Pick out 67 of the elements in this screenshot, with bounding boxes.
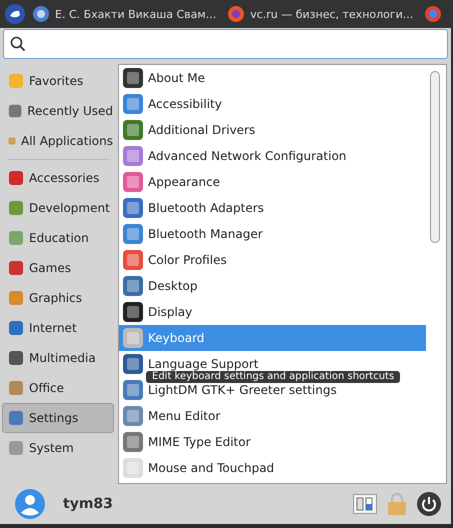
category-icon: [8, 200, 24, 216]
app-item[interactable]: MIME Type Editor: [119, 429, 426, 455]
app-item[interactable]: Desktop: [119, 273, 426, 299]
category-item[interactable]: Education: [2, 223, 114, 253]
category-icon: [8, 260, 24, 276]
category-item[interactable]: Multimedia: [2, 343, 114, 373]
tooltip: Edit keyboard settings and application shortcuts: [146, 371, 400, 383]
app-icon: [122, 327, 144, 349]
app-icon: [122, 353, 144, 375]
app-item[interactable]: Accessibility: [119, 91, 426, 117]
taskbar-button[interactable]: vc.ru — бизнес, технологи...: [224, 6, 418, 22]
category-item[interactable]: Development: [2, 193, 114, 223]
app-icon: [122, 197, 144, 219]
app-icon: [122, 379, 144, 401]
app-item[interactable]: Menu Editor: [119, 403, 426, 429]
category-icon: [8, 73, 24, 89]
app-icon: [122, 457, 144, 479]
app-icon: [122, 67, 144, 89]
app-item[interactable]: Additional Drivers: [119, 117, 426, 143]
app-item[interactable]: Display: [119, 299, 426, 325]
app-item[interactable]: Bluetooth Manager: [119, 221, 426, 247]
browser-icon: [33, 6, 49, 22]
category-icon: [8, 103, 22, 119]
category-icon: [8, 320, 24, 336]
app-icon: [122, 431, 144, 453]
app-icon: [122, 171, 144, 193]
browser-icon: [425, 6, 442, 22]
app-icon: [122, 223, 144, 245]
app-item[interactable]: Bluetooth Adapters: [119, 195, 426, 221]
app-item[interactable]: Mouse and Touchpad: [119, 455, 426, 481]
app-item[interactable]: About Me: [119, 65, 426, 91]
app-icon: [122, 119, 144, 141]
app-item[interactable]: Color Profiles: [119, 247, 426, 273]
category-icon: [8, 410, 24, 426]
app-icon: [122, 405, 144, 427]
category-icon: [8, 350, 24, 366]
category-item[interactable]: Office: [2, 373, 114, 403]
category-icon: [8, 230, 24, 246]
category-item[interactable]: Settings: [2, 403, 114, 433]
category-icon: [8, 380, 24, 396]
browser-icon: [228, 6, 244, 22]
category-item[interactable]: Recently Used: [2, 96, 114, 126]
app-item[interactable]: Advanced Network Configuration: [119, 143, 426, 169]
app-icon: [122, 249, 144, 271]
category-item[interactable]: Internet: [2, 313, 114, 343]
power-icon[interactable]: [417, 492, 441, 516]
taskbar-button[interactable]: Е. С. Бхакти Викаша Свам...: [29, 6, 220, 22]
search-field[interactable]: [3, 29, 448, 59]
app-item[interactable]: Appearance: [119, 169, 426, 195]
start-menu-icon[interactable]: [5, 4, 25, 24]
settings-icon[interactable]: [353, 494, 377, 514]
app-icon: [122, 301, 144, 323]
category-item[interactable]: Games: [2, 253, 114, 283]
avatar-icon: [15, 489, 45, 519]
category-icon: [8, 170, 24, 186]
category-icon: [8, 440, 24, 456]
search-icon: [10, 36, 26, 52]
category-item[interactable]: System: [2, 433, 114, 463]
category-item[interactable]: Accessories: [2, 163, 114, 193]
category-item[interactable]: Favorites: [2, 66, 114, 96]
category-item[interactable]: All Applications: [2, 126, 114, 156]
category-icon: [8, 290, 24, 306]
user-name: tym83: [63, 496, 113, 512]
app-icon: [122, 145, 144, 167]
category-item[interactable]: Graphics: [2, 283, 114, 313]
app-icon: [122, 275, 144, 297]
app-icon: [122, 93, 144, 115]
